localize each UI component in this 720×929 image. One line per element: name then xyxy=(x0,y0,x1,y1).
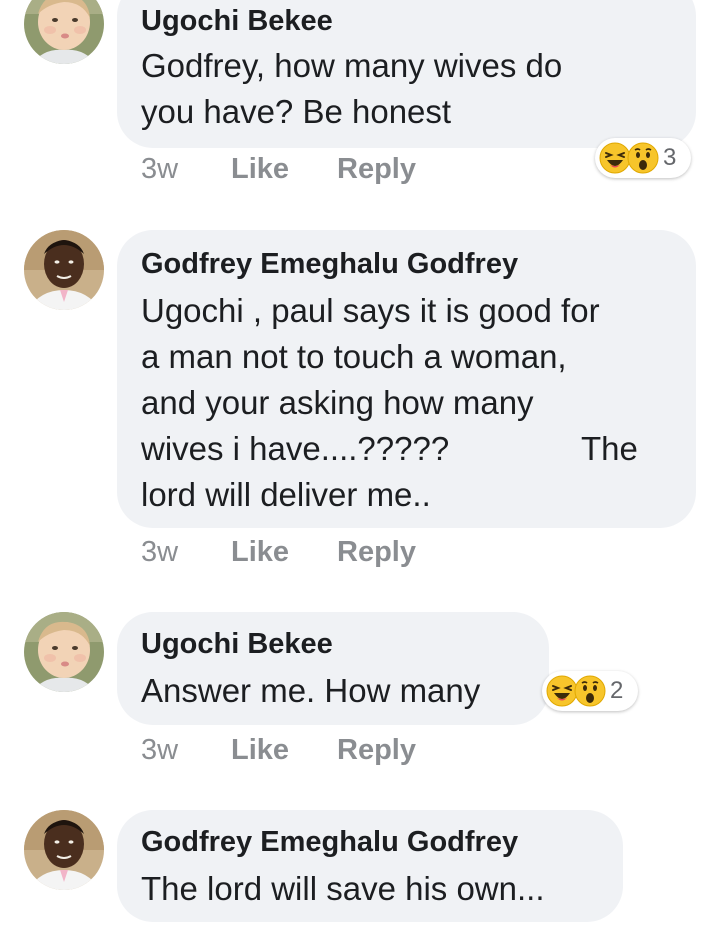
reaction-count: 2 xyxy=(610,677,624,704)
comment-text-line: a man not to touch a woman, xyxy=(141,338,567,375)
like-button[interactable]: Like xyxy=(231,153,289,186)
reaction-summary[interactable]: 2 xyxy=(542,671,638,711)
comment-text-line: you have? Be honest xyxy=(141,93,452,130)
comment-author[interactable]: Ugochi Bekee xyxy=(141,5,333,38)
reply-button[interactable]: Reply xyxy=(337,536,416,569)
reaction-count: 3 xyxy=(663,144,677,171)
avatar[interactable] xyxy=(24,0,104,64)
comment-text-fragment: The xyxy=(581,430,638,467)
comment-text-line: and your asking how many xyxy=(141,384,534,421)
comment-text-line: Godfrey, how many wives do xyxy=(141,47,563,84)
comment-author[interactable]: Godfrey Emeghalu Godfrey xyxy=(141,248,518,281)
comment-text-line: lord will deliver me.. xyxy=(141,476,431,513)
comment-author[interactable]: Ugochi Bekee xyxy=(141,628,333,661)
reply-button[interactable]: Reply xyxy=(337,734,416,767)
comment-text-line: Answer me. How many xyxy=(141,672,481,709)
comment-timestamp: 3w xyxy=(141,153,179,185)
comment-author[interactable]: Godfrey Emeghalu Godfrey xyxy=(141,826,518,859)
reaction-summary[interactable]: 3 xyxy=(595,138,691,178)
avatar[interactable] xyxy=(24,612,104,692)
wow-emoji-icon xyxy=(627,142,659,174)
avatar[interactable] xyxy=(24,230,104,310)
comment-text-line: The lord will save his own... xyxy=(141,870,545,907)
avatar[interactable] xyxy=(24,810,104,890)
comment-text-line: Ugochi , paul says it is good for xyxy=(141,292,600,329)
wow-emoji-icon xyxy=(574,675,606,707)
like-button[interactable]: Like xyxy=(231,734,289,767)
comment-timestamp: 3w xyxy=(141,536,179,568)
comment-timestamp: 3w xyxy=(141,734,179,766)
reply-button[interactable]: Reply xyxy=(337,153,416,186)
comment-text-line: wives i have....????? xyxy=(141,430,450,467)
like-button[interactable]: Like xyxy=(231,536,289,569)
